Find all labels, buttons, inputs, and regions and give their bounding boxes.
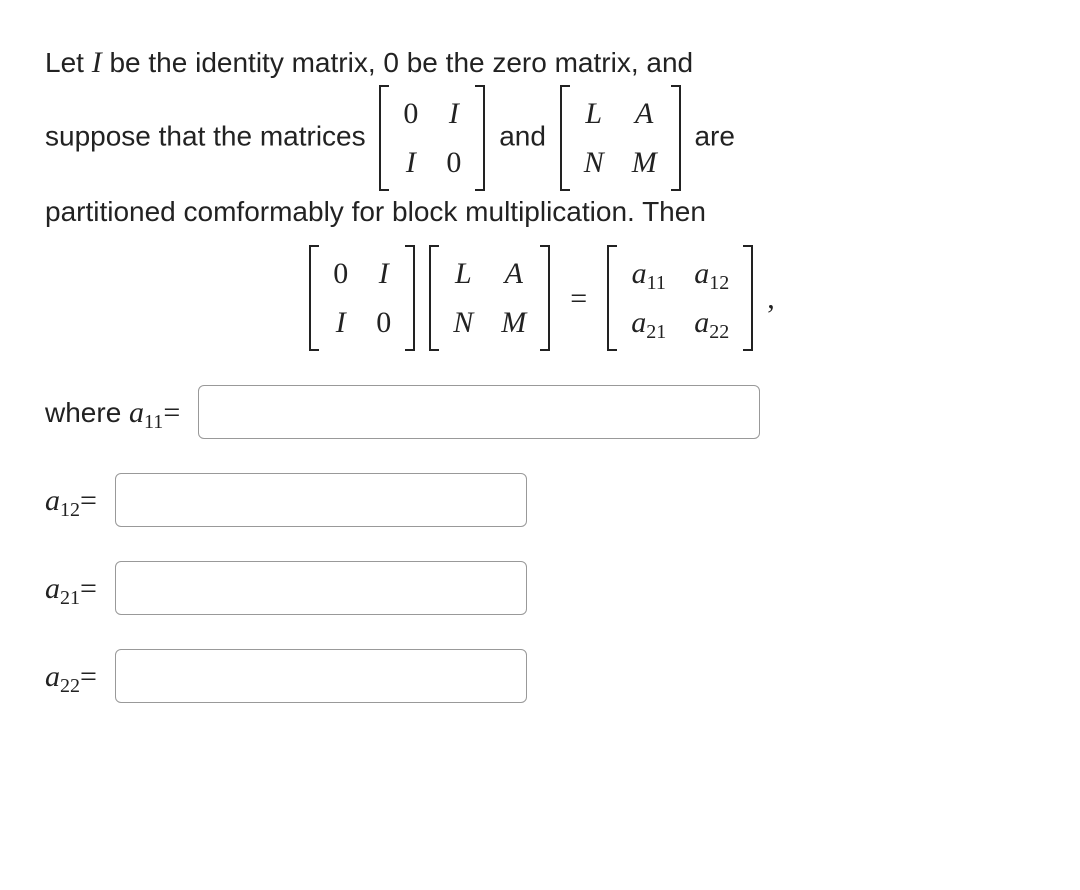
text: partitioned comformably for block multip… — [45, 196, 706, 227]
m2-r2c1: N — [584, 146, 604, 179]
m2-r2c2: M — [632, 146, 657, 179]
text: suppose that the matrices — [45, 120, 373, 151]
label-eq: = — [163, 390, 180, 435]
a12-input[interactable] — [115, 473, 527, 527]
text: Let — [45, 47, 92, 78]
eq-matrix-result: a11 a12 a21 a22 — [607, 245, 753, 351]
label-eq: = — [80, 566, 97, 611]
label-sub: 22 — [60, 671, 80, 701]
answer-row-a22: a22 = — [45, 649, 1035, 703]
answer-row-a11: where a11 = — [45, 385, 1035, 439]
text: and — [499, 120, 554, 151]
a11-input[interactable] — [198, 385, 760, 439]
eq-matrix-1: 0 I I 0 — [309, 245, 415, 351]
label-a: a — [45, 654, 60, 699]
m1-r2c2: 0 — [446, 146, 461, 179]
answer-row-a21: a21 = — [45, 561, 1035, 615]
text: are — [694, 120, 734, 151]
text: be the identity matrix, 0 be the zero ma… — [102, 47, 693, 78]
eq-matrix-2: L A N M — [429, 245, 550, 351]
label-eq: = — [80, 654, 97, 699]
trailing-comma: , — [767, 276, 775, 321]
label-a: a — [45, 478, 60, 523]
label-sub: 12 — [60, 495, 80, 525]
matrix-2: L A N M — [560, 85, 681, 191]
label-eq: = — [80, 478, 97, 523]
answer-row-a12: a12 = — [45, 473, 1035, 527]
matrix-1: 0 I I 0 — [379, 85, 485, 191]
var-I: I — [92, 46, 102, 79]
equation-line: 0 I I 0 L A N M = a11 a12 a21 a22 , — [45, 245, 1035, 351]
label-a: a — [45, 566, 60, 611]
label-sub: 21 — [60, 583, 80, 613]
m2-r1c2: A — [635, 97, 653, 130]
where-text: where — [45, 392, 121, 434]
a21-input[interactable] — [115, 561, 527, 615]
m1-r1c2: I — [449, 97, 459, 130]
equals-sign: = — [570, 276, 587, 321]
a22-input[interactable] — [115, 649, 527, 703]
m1-r1c1: 0 — [403, 97, 418, 130]
label-a: a — [129, 390, 144, 435]
m1-r2c1: I — [406, 146, 416, 179]
problem-statement: Let I be the identity matrix, 0 be the z… — [45, 40, 1035, 233]
m2-r1c1: L — [585, 97, 602, 130]
label-sub: 11 — [144, 407, 163, 437]
